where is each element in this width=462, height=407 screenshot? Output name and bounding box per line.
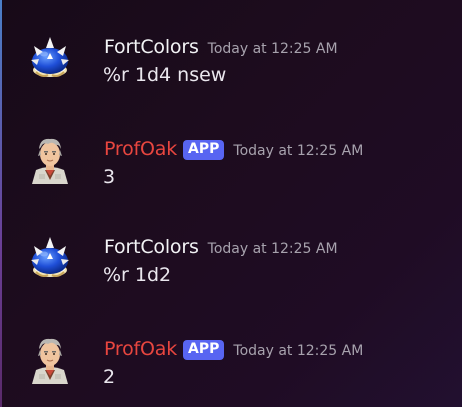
message-header: ProfOak APP Today at 12:25 AM bbox=[104, 338, 363, 360]
timestamp[interactable]: Today at 12:25 AM bbox=[233, 343, 363, 359]
prof-oak-icon bbox=[26, 336, 74, 384]
timestamp[interactable]: Today at 12:25 AM bbox=[208, 241, 338, 257]
message-item: FortColors Today at 12:25 AM %r 1d2 bbox=[0, 234, 462, 304]
message-header: ProfOak APP Today at 12:25 AM bbox=[104, 138, 363, 160]
username[interactable]: FortColors bbox=[104, 236, 199, 258]
timestamp[interactable]: Today at 12:25 AM bbox=[208, 41, 338, 57]
avatar[interactable] bbox=[26, 34, 74, 82]
blue-shell-icon bbox=[26, 34, 74, 82]
message-content: %r 1d4 nsew bbox=[103, 64, 227, 86]
message-content: %r 1d2 bbox=[103, 264, 172, 286]
message-header: FortColors Today at 12:25 AM bbox=[104, 236, 338, 258]
username[interactable]: FortColors bbox=[104, 36, 199, 58]
app-badge: APP bbox=[183, 340, 225, 360]
app-badge: APP bbox=[183, 140, 225, 160]
message-item: FortColors Today at 12:25 AM %r 1d4 nsew bbox=[0, 34, 462, 104]
avatar[interactable] bbox=[26, 234, 74, 282]
message-header: FortColors Today at 12:25 AM bbox=[104, 36, 338, 58]
avatar[interactable] bbox=[26, 336, 74, 384]
username[interactable]: ProfOak bbox=[104, 338, 177, 360]
message-item: ProfOak APP Today at 12:25 AM 2 bbox=[0, 336, 462, 406]
timestamp[interactable]: Today at 12:25 AM bbox=[233, 143, 363, 159]
blue-shell-icon bbox=[26, 234, 74, 282]
avatar[interactable] bbox=[26, 136, 74, 184]
message-item: ProfOak APP Today at 12:25 AM 3 bbox=[0, 136, 462, 206]
message-content: 2 bbox=[103, 366, 116, 388]
username[interactable]: ProfOak bbox=[104, 138, 177, 160]
prof-oak-icon bbox=[26, 136, 74, 184]
message-content: 3 bbox=[103, 166, 116, 188]
